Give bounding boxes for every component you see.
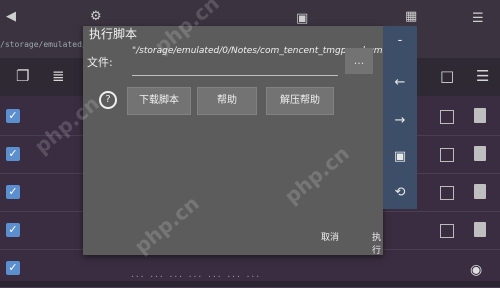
decrypt-help-button[interactable]: 解压帮助: [266, 87, 334, 115]
grid-icon[interactable]: ▦: [405, 10, 417, 24]
checkbox[interactable]: ✓: [6, 185, 20, 199]
copy-icon[interactable]: ❐: [16, 68, 29, 84]
list-icon[interactable]: ≣: [52, 68, 65, 84]
arrow-left-icon[interactable]: ←: [383, 76, 417, 90]
checkbox[interactable]: ✓: [6, 261, 20, 275]
minimize-icon[interactable]: -: [383, 34, 417, 48]
side-toolbar: - ← → ▣ ⟲: [383, 26, 417, 209]
file-path-input[interactable]: "/storage/emulated/0/Notes/com_tencent_t…: [132, 45, 415, 58]
delete-icon[interactable]: [474, 184, 486, 199]
help-button[interactable]: 帮助: [197, 87, 257, 115]
history-icon[interactable]: ⟲: [383, 186, 417, 200]
dialog-title: 执行脚本: [89, 27, 138, 41]
background-status: ... ... ... ... ... ... ...: [130, 270, 261, 279]
settings-icon[interactable]: ⚙: [90, 10, 102, 24]
square-icon[interactable]: [440, 224, 454, 238]
square-icon[interactable]: [440, 148, 454, 162]
eye-icon[interactable]: ◉: [470, 262, 482, 278]
delete-icon[interactable]: [474, 146, 486, 161]
browse-button[interactable]: ...: [345, 48, 373, 74]
run-button[interactable]: 执行: [372, 230, 383, 256]
menu-icon[interactable]: ☰: [472, 12, 484, 26]
save-icon[interactable]: ▣: [296, 12, 308, 26]
select-icon[interactable]: □: [440, 68, 454, 84]
run-script-dialog: 执行脚本 文件: "/storage/emulated/0/Notes/com_…: [83, 26, 415, 256]
file-input-underline: [132, 75, 338, 76]
square-icon[interactable]: [440, 186, 454, 200]
help-icon[interactable]: ?: [99, 91, 117, 109]
cancel-button[interactable]: 取消: [321, 230, 339, 243]
download-script-button[interactable]: 下载脚本: [127, 87, 191, 115]
fit-screen-icon[interactable]: ▣: [383, 150, 417, 164]
more-icon[interactable]: ☰: [476, 68, 489, 84]
delete-icon[interactable]: [474, 222, 486, 237]
square-icon[interactable]: [440, 110, 454, 124]
list-item[interactable]: ✓: [0, 250, 500, 288]
checkbox[interactable]: ✓: [6, 109, 20, 123]
arrow-right-icon[interactable]: →: [383, 114, 417, 128]
checkbox[interactable]: ✓: [6, 147, 20, 161]
checkbox[interactable]: ✓: [6, 223, 20, 237]
file-label: 文件:: [87, 56, 113, 69]
delete-icon[interactable]: [474, 108, 486, 123]
back-icon[interactable]: ◀: [6, 10, 16, 24]
